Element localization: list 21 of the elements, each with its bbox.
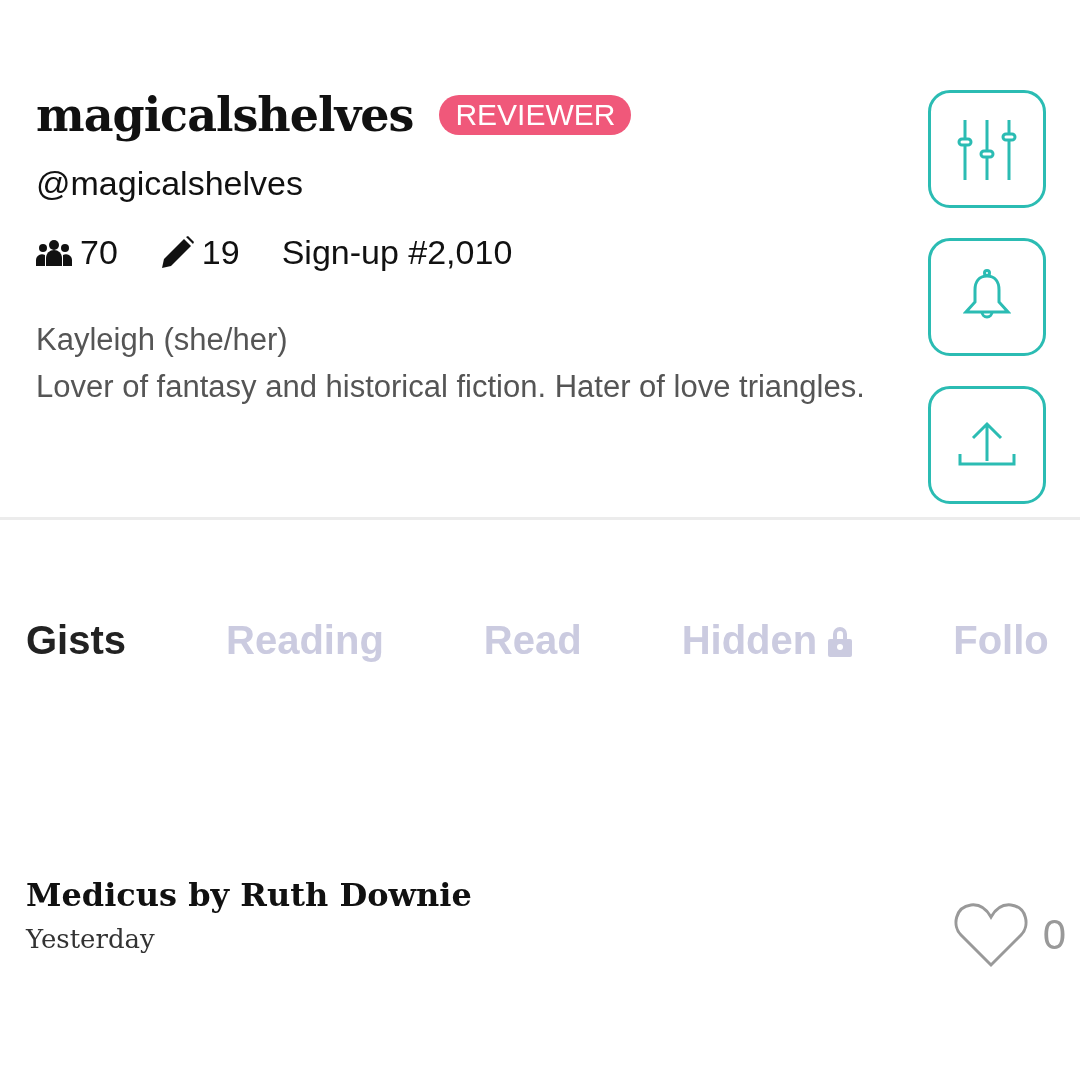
role-badge: REVIEWER	[439, 95, 632, 135]
display-name: magicalshelves	[36, 88, 414, 142]
stat-text: 70	[80, 233, 118, 272]
bio-text: Lover of fantasy and historical fiction. Hater of love triangles.	[36, 368, 866, 406]
heart-icon	[952, 901, 1029, 969]
gist-title[interactable]: Medicus by Ruth Downie	[26, 876, 472, 914]
people-icon	[36, 238, 72, 267]
sliders-icon	[957, 118, 1017, 180]
pencil-icon	[159, 235, 194, 270]
like-button[interactable]: 0	[952, 901, 1066, 969]
stat-text: 19	[201, 233, 240, 272]
lock-icon	[827, 624, 854, 657]
upload-icon	[957, 421, 1017, 469]
username: @magicalshelves	[36, 164, 304, 203]
stat-text: Sign-up #2,010	[281, 233, 513, 272]
notification-button[interactable]	[928, 238, 1046, 356]
profile-tab[interactable]: Gists	[26, 618, 127, 663]
gist-date: Yesterday	[26, 924, 156, 954]
share-button[interactable]	[928, 386, 1046, 504]
settings-button[interactable]	[928, 90, 1046, 208]
bio-text: Kayleigh (she/her)	[36, 321, 289, 359]
